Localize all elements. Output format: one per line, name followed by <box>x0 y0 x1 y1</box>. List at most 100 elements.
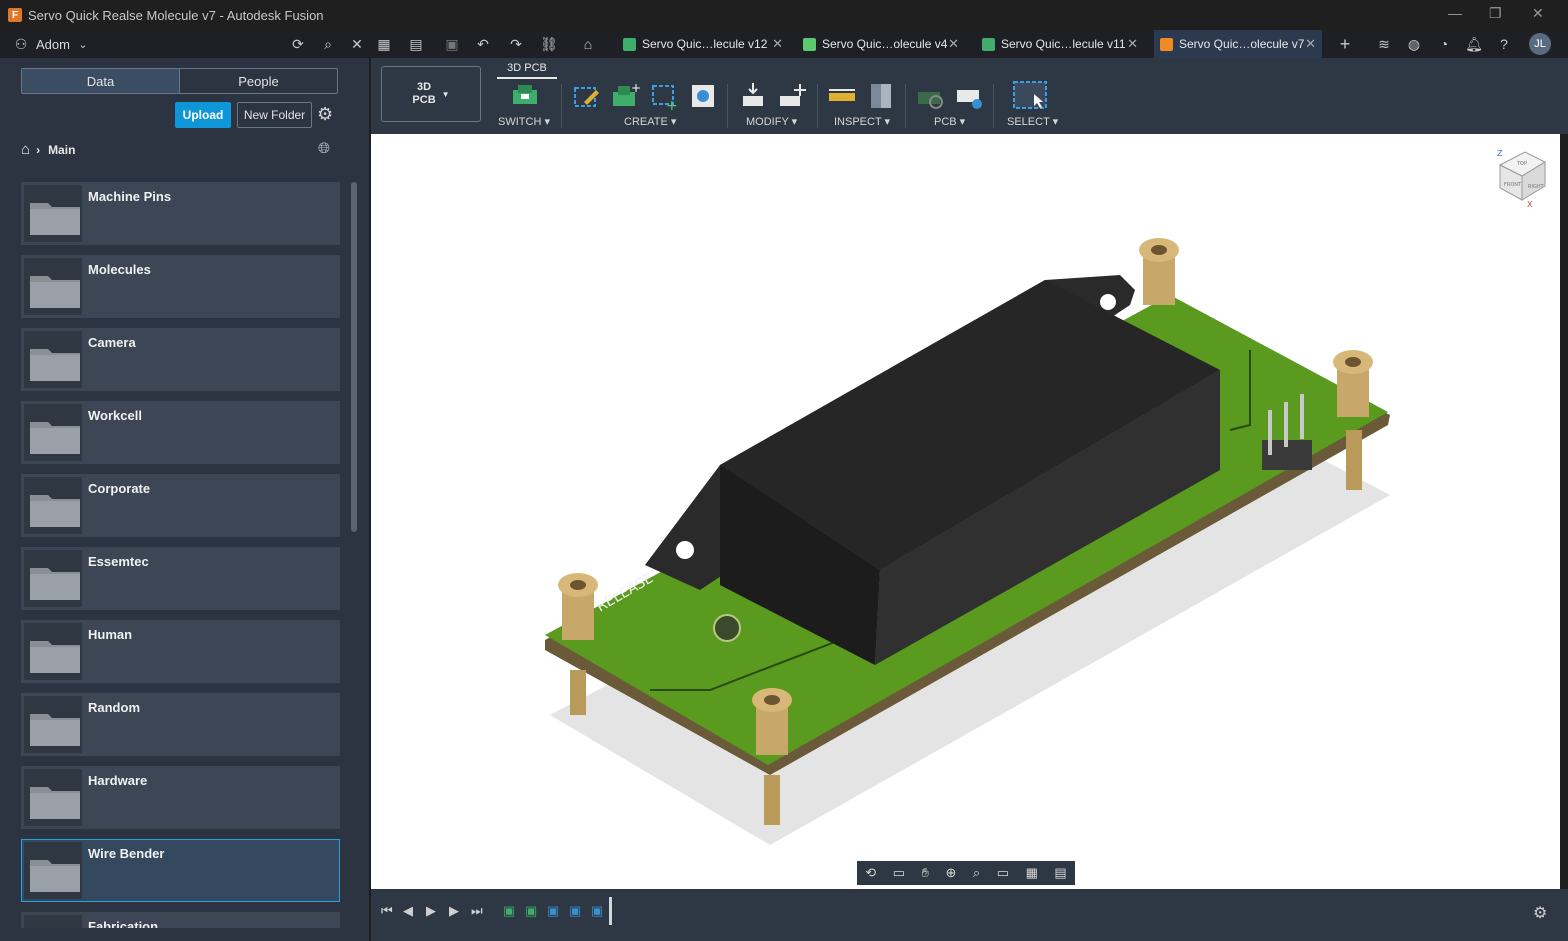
group-inspect[interactable]: INSPECT ▾ <box>834 115 890 128</box>
go-to-end-icon[interactable]: ⏭ <box>471 903 483 919</box>
document-tab-v4[interactable]: Servo Quic…olecule v4 ✕ <box>797 30 965 58</box>
create-component-icon[interactable]: + <box>609 80 641 112</box>
add-region-icon[interactable]: + <box>648 80 680 112</box>
step-forward-icon[interactable]: ▶ <box>449 903 459 919</box>
section-analysis-icon[interactable] <box>865 80 897 112</box>
group-switch[interactable]: SWITCH ▾ <box>498 115 550 128</box>
close-tab-icon[interactable]: ✕ <box>1305 36 1316 52</box>
upload-button[interactable]: Upload <box>175 102 231 128</box>
zoom-icon[interactable]: ⊕ <box>945 865 956 881</box>
select-window-icon[interactable] <box>1012 80 1048 112</box>
grid-settings-icon[interactable]: ▦ <box>1026 865 1038 881</box>
notifications-icon[interactable]: 🔔︎ <box>1463 33 1485 55</box>
list-item[interactable]: Hardware <box>21 766 340 829</box>
timeline-settings-icon[interactable]: ⚙ <box>1533 903 1547 923</box>
folder-name: Fabrication <box>88 919 159 928</box>
pcb-settings-icon[interactable] <box>953 80 985 112</box>
close-tab-icon[interactable]: ✕ <box>1127 36 1138 52</box>
viewports-icon[interactable]: ▤ <box>1054 865 1066 881</box>
view-cube[interactable]: TOP FRONT RIGHT Z X <box>1497 149 1547 209</box>
document-tab-v12[interactable]: Servo Quic…lecule v12 ✕ <box>617 30 789 58</box>
list-item[interactable]: Machine Pins <box>21 182 340 245</box>
online-status-icon[interactable]: ◍ <box>1403 33 1425 55</box>
globe-icon[interactable]: 🌐︎ <box>318 140 330 157</box>
team-icon[interactable]: ⚇ <box>10 33 32 55</box>
home-icon[interactable]: ⌂ <box>21 141 30 158</box>
timeline-marker[interactable] <box>609 897 612 925</box>
tab-people[interactable]: People <box>180 69 337 93</box>
orbit-icon[interactable]: ⟲ <box>865 865 876 881</box>
list-item[interactable]: Molecules <box>21 255 340 318</box>
tab-data[interactable]: Data <box>22 69 180 93</box>
display-settings-icon[interactable]: ▭ <box>997 865 1009 881</box>
look-at-icon[interactable]: ▭ <box>893 865 905 881</box>
play-icon[interactable]: ▶ <box>426 903 436 919</box>
document-tab-v7[interactable]: Servo Quic…olecule v7 ✕ <box>1154 30 1322 58</box>
list-item[interactable]: Essemtec <box>21 547 340 610</box>
workspace-switcher[interactable]: 3D PCB ▼ <box>381 66 481 122</box>
minimize-icon[interactable]: — <box>1448 5 1462 21</box>
canvas-viewport[interactable]: RELEASE TOP FRONT RIGHT Z X <box>371 134 1560 889</box>
modify-push-icon[interactable] <box>737 80 769 112</box>
step-back-icon[interactable]: ◀ <box>403 903 413 919</box>
group-create[interactable]: CREATE ▾ <box>624 115 676 128</box>
timeline-feature-image-icon[interactable]: ▣ <box>547 903 559 919</box>
grid-apps-icon[interactable]: ▦ <box>373 33 395 55</box>
close-data-panel-icon[interactable]: ✕ <box>346 33 368 55</box>
timeline-feature-board-icon[interactable]: ▣ <box>525 903 537 919</box>
new-tab-icon[interactable]: + <box>1334 33 1356 55</box>
settings-gear-icon[interactable]: ⚙ <box>317 104 333 125</box>
document-tab-v11[interactable]: Servo Quic…lecule v11 ✕ <box>976 30 1144 58</box>
fit-icon[interactable]: ⌕ <box>973 865 980 881</box>
file-menu-icon[interactable]: ▤ <box>405 33 427 55</box>
close-tab-icon[interactable]: ✕ <box>772 36 783 52</box>
go-to-start-icon[interactable]: ⏮ <box>381 903 393 919</box>
list-item[interactable]: Workcell <box>21 401 340 464</box>
close-tab-icon[interactable]: ✕ <box>948 36 959 52</box>
caret-down-icon: ▼ <box>441 89 450 99</box>
folder-list-scrollbar[interactable] <box>351 182 357 532</box>
list-item[interactable]: Fabrication <box>21 912 340 928</box>
chevron-down-icon[interactable]: ⌄ <box>72 33 94 55</box>
home-icon[interactable]: ⌂ <box>577 33 599 55</box>
redo-icon[interactable]: ↷ <box>505 33 527 55</box>
switch-board-icon[interactable] <box>509 80 541 112</box>
modify-move-icon[interactable] <box>776 80 808 112</box>
help-icon[interactable]: ? <box>1493 33 1515 55</box>
list-item[interactable]: Human <box>21 620 340 683</box>
tab-label: Servo Quic…lecule v11 <box>1001 37 1126 51</box>
restore-icon[interactable]: ❐ <box>1489 5 1502 22</box>
group-pcb[interactable]: PCB ▾ <box>934 115 965 128</box>
refresh-icon[interactable]: ⟳ <box>287 33 309 55</box>
timeline-feature-sketch-icon[interactable]: ▣ <box>503 903 515 919</box>
list-item[interactable]: Camera <box>21 328 340 391</box>
pcb-3d-model[interactable]: RELEASE TOP FRONT RIGHT Z X <box>371 134 1560 889</box>
folder-thumbnail <box>24 258 82 315</box>
group-modify[interactable]: MODIFY ▾ <box>746 115 797 128</box>
breadcrumb-main[interactable]: Main <box>48 143 75 157</box>
new-folder-button[interactable]: New Folder <box>237 102 312 128</box>
group-select[interactable]: SELECT ▾ <box>1007 115 1058 128</box>
extensions-icon[interactable]: ≋ <box>1373 33 1395 55</box>
save-icon[interactable]: ▣ <box>441 33 463 55</box>
list-item[interactable]: Random <box>21 693 340 756</box>
timeline-feature-component-icon[interactable]: ▣ <box>591 903 603 919</box>
user-avatar[interactable]: JL <box>1529 33 1551 55</box>
undo-icon[interactable]: ↶ <box>472 33 494 55</box>
list-item[interactable]: Corporate <box>21 474 340 537</box>
pcb-link-icon[interactable] <box>914 80 946 112</box>
list-item-selected[interactable]: Wire Bender <box>21 839 340 902</box>
link-icon[interactable]: ⛓ <box>538 33 560 55</box>
measure-icon[interactable] <box>826 80 858 112</box>
tab-label: Servo Quic…olecule v7 <box>1179 37 1305 51</box>
tab-3d-pcb[interactable]: 3D PCB <box>497 58 557 79</box>
timeline-feature-image-icon[interactable]: ▣ <box>569 903 581 919</box>
folder-icon <box>30 714 80 746</box>
close-window-icon[interactable]: ✕ <box>1532 5 1544 22</box>
job-status-icon[interactable]: ◔ <box>1433 33 1455 55</box>
board-shape-icon[interactable] <box>570 80 602 112</box>
3d-package-icon[interactable] <box>687 80 719 112</box>
pan-icon[interactable]: ✋︎ <box>922 865 929 881</box>
team-name[interactable]: Adom <box>36 37 70 52</box>
search-icon[interactable]: ⌕ <box>317 33 339 55</box>
